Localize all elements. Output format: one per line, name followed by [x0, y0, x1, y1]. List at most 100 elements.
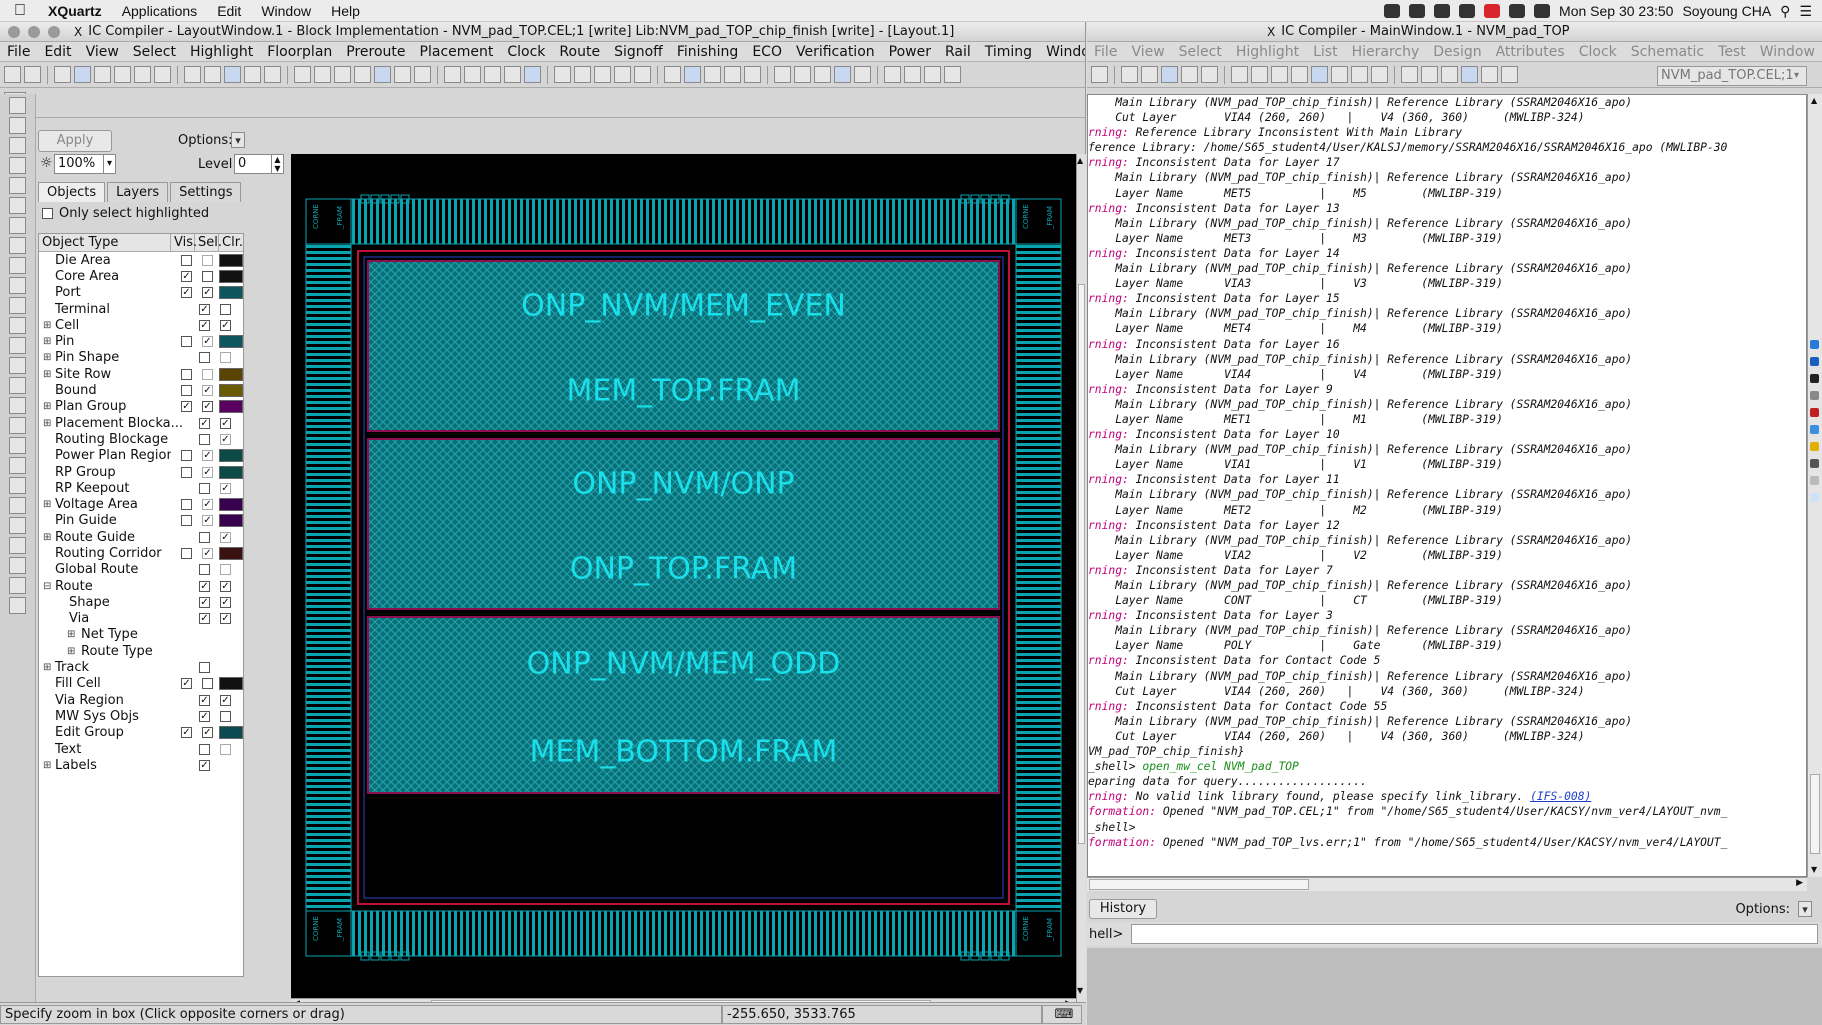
- collapse-icon[interactable]: ⊟: [43, 581, 51, 592]
- selectable-checkbox[interactable]: [202, 254, 213, 266]
- object-row[interactable]: Port ✓ ✓: [39, 285, 243, 301]
- main-menu-schematic[interactable]: Schematic: [1624, 44, 1711, 60]
- object-row[interactable]: Routing Blockage ✓: [39, 431, 243, 447]
- visible-checkbox[interactable]: [181, 254, 192, 266]
- side-tool-icon[interactable]: [9, 157, 26, 174]
- message-link[interactable]: (IFS-008): [1530, 790, 1591, 803]
- side-tool-icon[interactable]: [9, 117, 26, 134]
- visible-checkbox[interactable]: [181, 515, 192, 527]
- expand-icon[interactable]: ⊞: [43, 760, 51, 771]
- layout-menu-placement[interactable]: Placement: [413, 44, 501, 60]
- layout-menu-select[interactable]: Select: [126, 44, 183, 60]
- object-row[interactable]: Terminal ✓: [39, 301, 243, 317]
- toolbar-tool-icon[interactable]: [554, 66, 571, 83]
- toolbar-tool-icon[interactable]: [1251, 66, 1268, 83]
- toolbar-tool-icon[interactable]: [184, 66, 201, 83]
- visible-checkbox[interactable]: ✓: [181, 401, 192, 413]
- layout-menu-timing[interactable]: Timing: [978, 44, 1039, 60]
- visible-checkbox[interactable]: [199, 433, 210, 445]
- dock-icon[interactable]: [1810, 493, 1819, 502]
- layout-menu-finishing[interactable]: Finishing: [670, 44, 746, 60]
- dock-icon[interactable]: [1810, 408, 1819, 417]
- toolbar-tool-icon[interactable]: [884, 66, 901, 83]
- selectable-checkbox[interactable]: ✓: [202, 727, 213, 739]
- toolbar-tool-icon[interactable]: [834, 66, 851, 83]
- side-tool-icon[interactable]: [9, 317, 26, 334]
- dock-icon[interactable]: [1810, 391, 1819, 400]
- toolbar-tool-icon[interactable]: [854, 66, 871, 83]
- visible-checkbox[interactable]: [199, 482, 210, 494]
- layout-menu-floorplan[interactable]: Floorplan: [260, 44, 339, 60]
- side-tool-icon[interactable]: [9, 137, 26, 154]
- selectable-checkbox[interactable]: ✓: [202, 450, 213, 462]
- main-menu-design[interactable]: Design: [1426, 44, 1488, 60]
- toolbar-tool-icon[interactable]: [354, 66, 371, 83]
- toolbar-tool-icon[interactable]: [1331, 66, 1348, 83]
- side-tool-icon[interactable]: [9, 377, 26, 394]
- selectable-checkbox[interactable]: [220, 743, 231, 755]
- mac-user[interactable]: Soyoung CHA: [1682, 3, 1771, 19]
- toolbar-tool-icon[interactable]: [114, 66, 131, 83]
- cel-select[interactable]: NVM_pad_TOP.CEL;1 ▾: [1657, 66, 1807, 86]
- main-menu-highlight[interactable]: Highlight: [1229, 44, 1306, 60]
- tab-layers[interactable]: Layers: [107, 182, 169, 202]
- toolbar-tool-icon[interactable]: [134, 66, 151, 83]
- toolbar-tool-icon[interactable]: [774, 66, 791, 83]
- selectable-checkbox[interactable]: [202, 368, 213, 380]
- toolbar-tool-icon[interactable]: [314, 66, 331, 83]
- object-row[interactable]: Global Route: [39, 562, 243, 578]
- toolbar-tool-icon[interactable]: [614, 66, 631, 83]
- layout-titlebar[interactable]: X IC Compiler - LayoutWindow.1 - Block I…: [0, 22, 1085, 42]
- layout-menu-file[interactable]: File: [0, 44, 37, 60]
- main-menu-select[interactable]: Select: [1172, 44, 1229, 60]
- selectable-checkbox[interactable]: ✓: [202, 401, 213, 413]
- visible-checkbox[interactable]: ✓: [199, 596, 210, 608]
- main-menu-hierarchy[interactable]: Hierarchy: [1345, 44, 1427, 60]
- toolbar-tool-icon[interactable]: [204, 66, 221, 83]
- color-swatch[interactable]: [219, 286, 243, 300]
- visible-checkbox[interactable]: [181, 385, 192, 397]
- side-tool-icon[interactable]: [9, 417, 26, 434]
- visible-checkbox[interactable]: ✓: [199, 319, 210, 331]
- toolbar-tool-icon[interactable]: [1141, 66, 1158, 83]
- selectable-checkbox[interactable]: ✓: [220, 580, 231, 592]
- color-swatch[interactable]: [219, 498, 243, 512]
- selectable-checkbox[interactable]: ✓: [202, 466, 213, 478]
- visible-checkbox[interactable]: [181, 336, 192, 348]
- main-menu-clock[interactable]: Clock: [1572, 44, 1624, 60]
- close-window-icon[interactable]: [8, 25, 20, 38]
- visible-checkbox[interactable]: [199, 352, 210, 364]
- toolbar-tool-icon[interactable]: [1161, 66, 1178, 83]
- record-icon[interactable]: [1484, 4, 1501, 18]
- selectable-checkbox[interactable]: ✓: [220, 482, 231, 494]
- color-swatch[interactable]: [219, 546, 243, 560]
- selectable-checkbox[interactable]: [202, 270, 213, 282]
- layout-menu-route[interactable]: Route: [552, 44, 607, 60]
- selectable-checkbox[interactable]: ✓: [202, 547, 213, 559]
- selectable-checkbox[interactable]: ✓: [220, 319, 231, 331]
- side-tool-icon[interactable]: [9, 357, 26, 374]
- object-row[interactable]: ⊞ Labels ✓: [39, 757, 243, 773]
- main-menu-view[interactable]: View: [1124, 44, 1171, 60]
- object-row[interactable]: ⊞ Cell ✓ ✓: [39, 317, 243, 333]
- dock-icon[interactable]: [1810, 425, 1819, 434]
- expand-icon[interactable]: ⊞: [43, 418, 51, 429]
- toolbar-tool-icon[interactable]: [464, 66, 481, 83]
- vscroll-thumb[interactable]: [1078, 284, 1085, 844]
- notification-icon[interactable]: ☰: [1799, 3, 1812, 20]
- selectable-checkbox[interactable]: ✓: [220, 433, 231, 445]
- mac-app-name[interactable]: XQuartz: [38, 3, 112, 19]
- header-vis[interactable]: Vis.: [171, 234, 197, 251]
- object-row[interactable]: Edit Group ✓ ✓: [39, 725, 243, 741]
- toolbar-tool-icon[interactable]: [4, 66, 21, 83]
- visible-checkbox[interactable]: [181, 450, 192, 462]
- toolbar-tool-icon[interactable]: [794, 66, 811, 83]
- object-row[interactable]: Pin Guide ✓: [39, 513, 243, 529]
- color-swatch[interactable]: [219, 400, 243, 414]
- toolbar-tool-icon[interactable]: [334, 66, 351, 83]
- side-tool-icon[interactable]: [9, 397, 26, 414]
- visible-checkbox[interactable]: ✓: [199, 694, 210, 706]
- visible-checkbox[interactable]: [181, 466, 192, 478]
- toolbar-tool-icon[interactable]: [414, 66, 431, 83]
- command-input[interactable]: [1131, 924, 1818, 944]
